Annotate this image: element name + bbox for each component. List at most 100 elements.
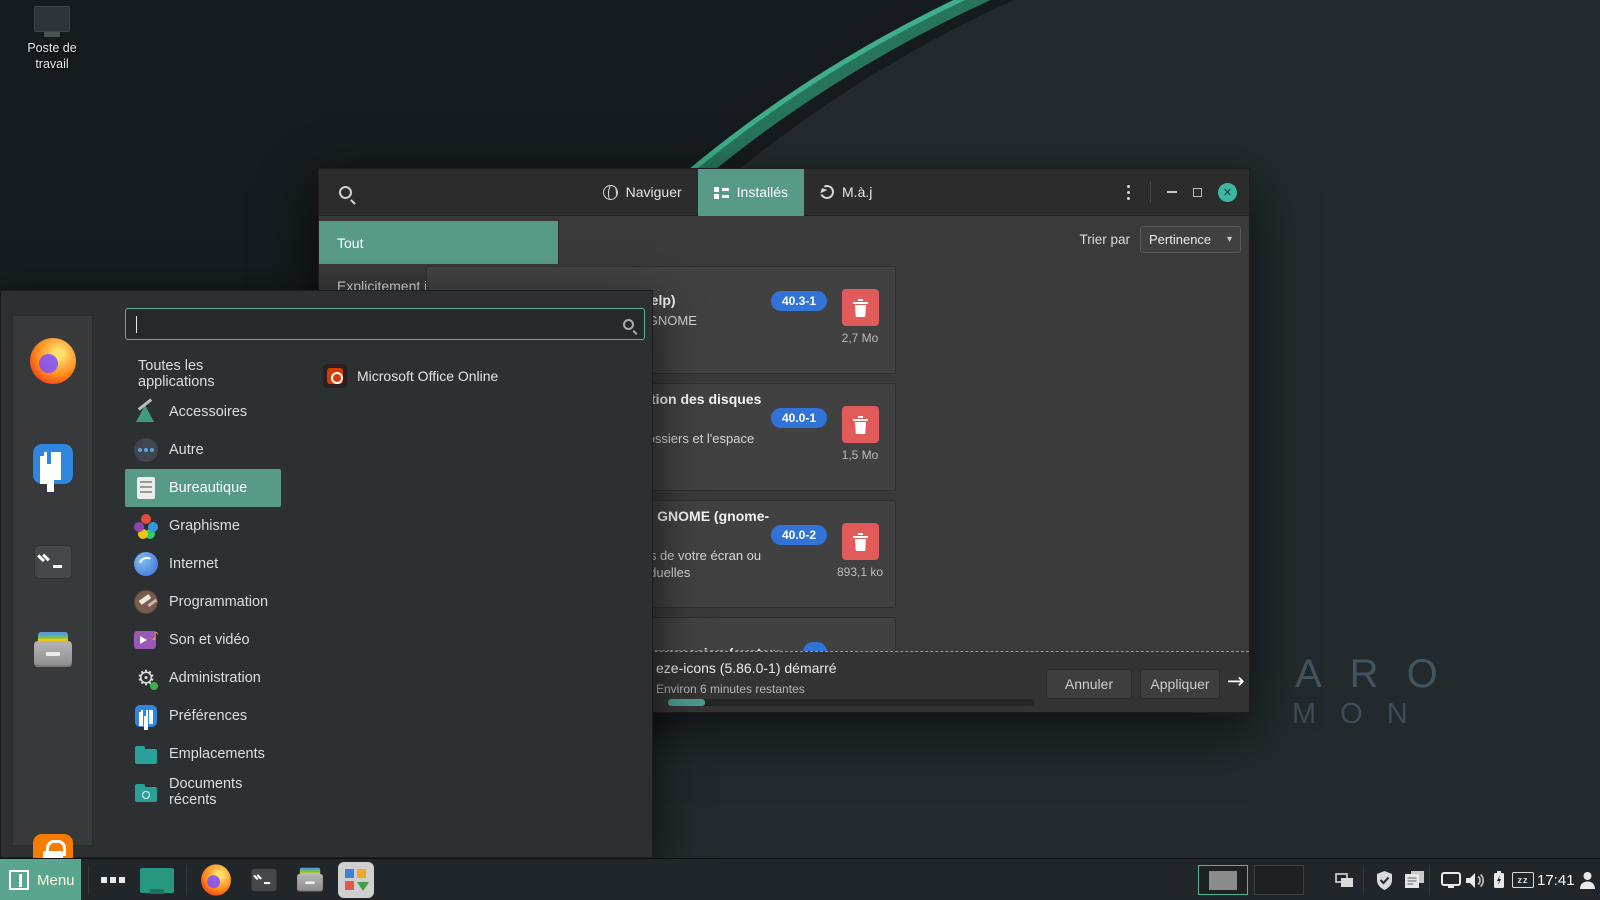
other-icon — [133, 437, 159, 463]
menu-kebab-icon[interactable] — [1123, 185, 1134, 200]
category-label: Toutes les applications — [138, 358, 281, 390]
category-label: Graphisme — [169, 518, 240, 534]
remove-button[interactable] — [842, 289, 879, 326]
terminal-icon[interactable] — [34, 545, 72, 579]
user-icon[interactable] — [1574, 859, 1600, 900]
favorites-strip — [12, 315, 93, 846]
application-list: Microsoft Office Online — [323, 358, 498, 394]
sidebar-item-tout[interactable]: Tout — [319, 221, 558, 264]
tab-installes[interactable]: Installés — [698, 169, 804, 216]
computer-label-line2: travail — [14, 57, 90, 73]
wallpaper-text-line1: ARO — [1295, 652, 1466, 697]
apply-button[interactable]: Appliquer — [1140, 669, 1220, 699]
taskbar-pamac-window[interactable] — [334, 859, 378, 900]
minimize-button[interactable] — [1167, 191, 1177, 193]
panel-launchers-icon[interactable] — [96, 859, 132, 900]
sort-value: Pertinence — [1149, 232, 1211, 247]
package-size: 893,1 ko — [829, 565, 891, 579]
category-graphisme[interactable]: Graphisme — [125, 507, 281, 545]
divider — [1363, 865, 1364, 895]
clock[interactable]: 17:41 — [1537, 859, 1575, 900]
administration-icon: ⚙ — [133, 665, 159, 691]
zz-label: zz — [1512, 872, 1534, 888]
view-tabs: Naviguer Installés M.à.j — [587, 169, 889, 216]
progress-fill — [668, 699, 705, 706]
progress-bar — [668, 699, 1034, 706]
tab-naviguer[interactable]: Naviguer — [587, 169, 698, 216]
firewall-shield-icon[interactable] — [1370, 859, 1398, 900]
category-administration[interactable]: ⚙ Administration — [125, 659, 281, 697]
tab-label: Installés — [737, 184, 788, 200]
category-all[interactable]: Toutes les applications — [125, 355, 281, 393]
category-emplacements[interactable]: Emplacements — [125, 735, 281, 773]
chevron-down-icon: ▾ — [1227, 234, 1232, 245]
cancel-button[interactable]: Annuler — [1046, 669, 1132, 699]
places-folder-icon — [133, 741, 159, 767]
details-arrow-button[interactable]: → — [1227, 669, 1245, 693]
text-cursor — [136, 316, 137, 333]
menu-button[interactable]: Menu — [0, 859, 81, 900]
category-documents-recents[interactable]: Documents récents — [125, 773, 281, 811]
show-desktop-icon[interactable] — [136, 859, 178, 900]
category-accessoires[interactable]: Accessoires — [125, 393, 281, 431]
window-controls: ✕ — [1123, 181, 1237, 203]
volume-icon[interactable] — [1460, 859, 1490, 900]
accessories-icon — [133, 399, 159, 425]
category-bureautique[interactable]: Bureautique — [125, 469, 281, 507]
manjaro-logo-icon — [9, 870, 29, 890]
sort-dropdown[interactable]: Pertinence ▾ — [1140, 226, 1241, 253]
taskbar-firefox-icon[interactable] — [194, 859, 238, 900]
preferences-icon — [133, 703, 159, 729]
trash-icon — [852, 299, 869, 317]
category-label: Internet — [169, 556, 218, 572]
wallpaper-text-line2: MON — [1292, 698, 1432, 731]
category-son-video[interactable]: ♪ Son et vidéo — [125, 621, 281, 659]
category-label: Bureautique — [169, 480, 247, 496]
category-label: Autre — [169, 442, 204, 458]
window-list-icon[interactable] — [1330, 859, 1358, 900]
settings-icon[interactable] — [33, 444, 73, 484]
graphics-icon — [133, 513, 159, 539]
category-label: Préférences — [169, 708, 247, 724]
search-icon[interactable] — [339, 186, 352, 199]
globe-icon — [603, 185, 618, 200]
category-internet[interactable]: Internet — [125, 545, 281, 583]
version-badge: 40.0-2 — [771, 525, 827, 545]
version-badge: 40.0-1 — [771, 408, 827, 428]
battery-icon[interactable] — [1488, 859, 1510, 900]
restore-button[interactable] — [1193, 188, 1202, 197]
desktop-icon-computer[interactable]: Poste de travail — [14, 6, 90, 72]
divider — [1150, 181, 1151, 203]
divider — [186, 865, 187, 895]
file-manager-icon[interactable] — [32, 632, 74, 668]
trash-icon — [852, 416, 869, 434]
app-item-office-online[interactable]: Microsoft Office Online — [323, 358, 498, 394]
version-badge: 40.3-1 — [771, 291, 827, 311]
category-preferences[interactable]: Préférences — [125, 697, 281, 735]
package-size: 1,5 Mo — [829, 448, 891, 462]
menu-button-label: Menu — [37, 872, 75, 889]
category-programmation[interactable]: Programmation — [125, 583, 281, 621]
divider — [88, 865, 89, 895]
divider — [1429, 865, 1430, 895]
close-button[interactable]: ✕ — [1218, 183, 1237, 202]
category-autre[interactable]: Autre — [125, 431, 281, 469]
taskbar-files-icon[interactable] — [288, 859, 332, 900]
presentation-mode-icon[interactable]: zz — [1508, 859, 1538, 900]
remove-button[interactable] — [842, 523, 879, 560]
multimedia-icon: ♪ — [133, 627, 159, 653]
notes-icon[interactable] — [1398, 859, 1430, 900]
menu-search-input[interactable] — [125, 308, 645, 340]
office-category-icon — [133, 475, 159, 501]
workspace-switcher-1[interactable] — [1198, 865, 1248, 895]
status-message: eze-icons (5.86.0-1) démarré — [656, 660, 837, 676]
tab-maj[interactable]: M.à.j — [804, 169, 888, 216]
taskbar-terminal-icon[interactable] — [242, 859, 286, 900]
workspace-switcher-2[interactable] — [1254, 865, 1304, 895]
status-time-remaining: Environ 6 minutes restantes — [656, 682, 805, 696]
tab-label: Naviguer — [626, 184, 682, 200]
remove-button[interactable] — [842, 406, 879, 443]
firefox-icon[interactable] — [30, 338, 76, 384]
refresh-icon — [818, 183, 836, 201]
category-label: Documents récents — [169, 776, 281, 808]
